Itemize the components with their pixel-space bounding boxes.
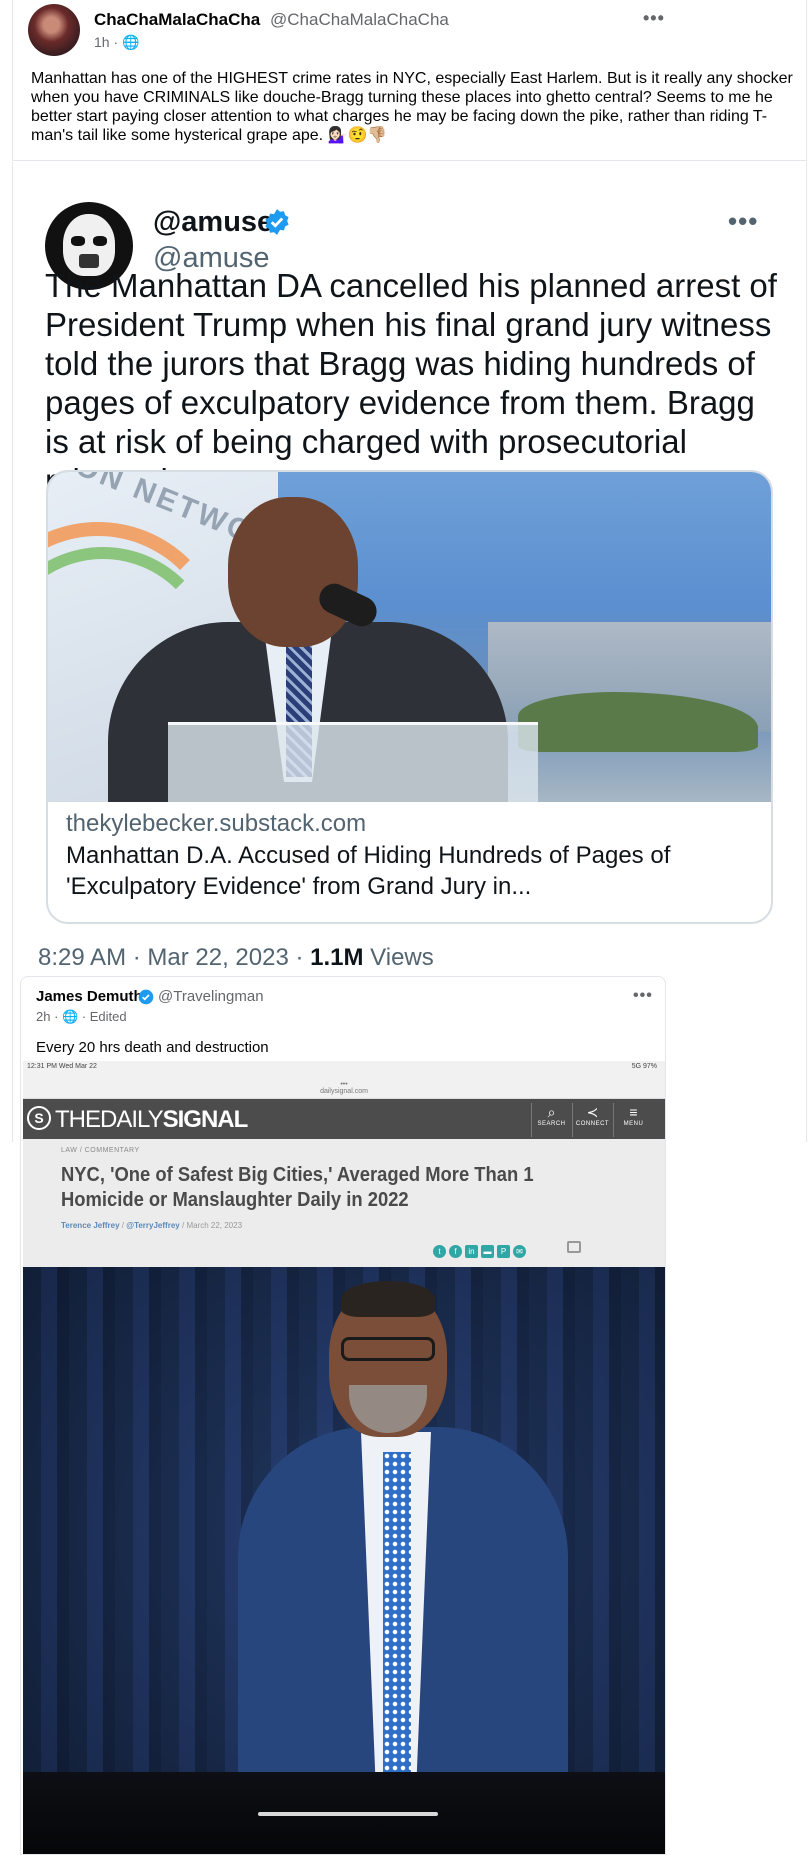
post-text: Manhattan has one of the HIGHEST crime r… [31,70,793,144]
ios-time: 12:31 PM Wed Mar 22 [27,1063,97,1070]
article-photo [23,1267,665,1854]
share-icon: ≺ [586,1104,599,1120]
site-search: ⌕ SEARCH [531,1103,571,1137]
post-text: Every 20 hrs death and destruction [36,1039,269,1056]
link-card-title: Manhattan D.A. Accused of Hiding Hundred… [66,842,671,900]
author-name[interactable]: James Demuth [36,988,143,1005]
daily-signal-logo-icon: S [27,1106,51,1130]
link-card: ON NETWORK thekylebecker.substack.com Ma… [46,470,773,924]
ios-status-bar: 12:31 PM Wed Mar 22 ••• dailysignal.com 5… [23,1061,665,1099]
post-meta: 1h · 🌐 [94,34,140,50]
linkedin-icon: in [465,1245,478,1258]
email-icon: ▬ [481,1245,494,1258]
post-photo[interactable]: 12:31 PM Wed Mar 22 ••• dailysignal.com 5… [23,1061,665,1854]
tweet-more-icon: ••• [728,206,759,236]
link-card-domain: thekylebecker.substack.com [66,810,367,837]
share-icons: t f in ▬ P ✉ [433,1241,529,1258]
author-handle[interactable]: @Travelingman [158,988,264,1005]
twitter-icon: t [433,1245,446,1258]
post-card: ChaChaMalaChaCha @ChaChaMalaChaCha 1h · … [12,0,807,160]
helmet-eye [71,236,85,246]
facebook-icon: f [449,1245,462,1258]
verified-badge-icon [138,989,154,1005]
site-connect: ≺ CONNECT [572,1103,612,1137]
tweet-author-name: @amuse [153,206,274,238]
shared-post-card: James Demuth @Travelingman 2h · 🌐 · Edit… [20,976,666,1855]
ios-battery-status: 5G 97% [631,1063,657,1070]
article-category: LAW / COMMENTARY [61,1147,140,1154]
site-logo: THEDAILYSIGNAL [55,1106,248,1133]
author-name[interactable]: ChaChaMalaChaCha [94,10,260,30]
site-header: S THEDAILYSIGNAL ⌕ SEARCH ≺ CONNECT ≡ MENU [23,1099,665,1139]
link-card-image: ON NETWORK [48,472,771,802]
ios-home-indicator [258,1812,438,1816]
parler-icon: P [497,1245,510,1258]
avatar[interactable] [28,4,80,56]
article-header: LAW / COMMENTARY NYC, 'One of Safest Big… [23,1139,665,1267]
speaker-head [228,497,358,647]
tweet-text: The Manhattan DA cancelled his planned a… [45,267,777,499]
podium [168,722,538,802]
post-meta: 2h · 🌐 · Edited [36,1009,127,1024]
author-handle[interactable]: @ChaChaMalaChaCha [270,10,449,30]
globe-icon: 🌐 [122,34,140,50]
divider [12,160,807,161]
subject-hair [341,1281,435,1317]
article-byline: Terence Jeffrey / @TerryJeffrey / March … [61,1221,243,1230]
ios-url: ••• dailysignal.com [320,1081,368,1095]
mail-icon: ✉ [513,1245,526,1258]
print-icon [567,1241,581,1253]
verified-badge-icon [265,209,289,235]
article-headline: NYC, 'One of Safest Big Cities,' Average… [61,1164,534,1211]
more-options-button[interactable]: ••• [643,8,665,29]
site-menu: ≡ MENU [613,1103,653,1137]
helmet-eye [93,236,107,246]
search-icon: ⌕ [547,1104,556,1120]
tweet-timestamp: 8:29 AM · Mar 22, 2023 · 1.1M Views [38,944,434,971]
more-options-button[interactable]: ••• [633,987,653,1005]
menu-icon: ≡ [629,1104,638,1120]
subject-glasses [341,1337,435,1361]
